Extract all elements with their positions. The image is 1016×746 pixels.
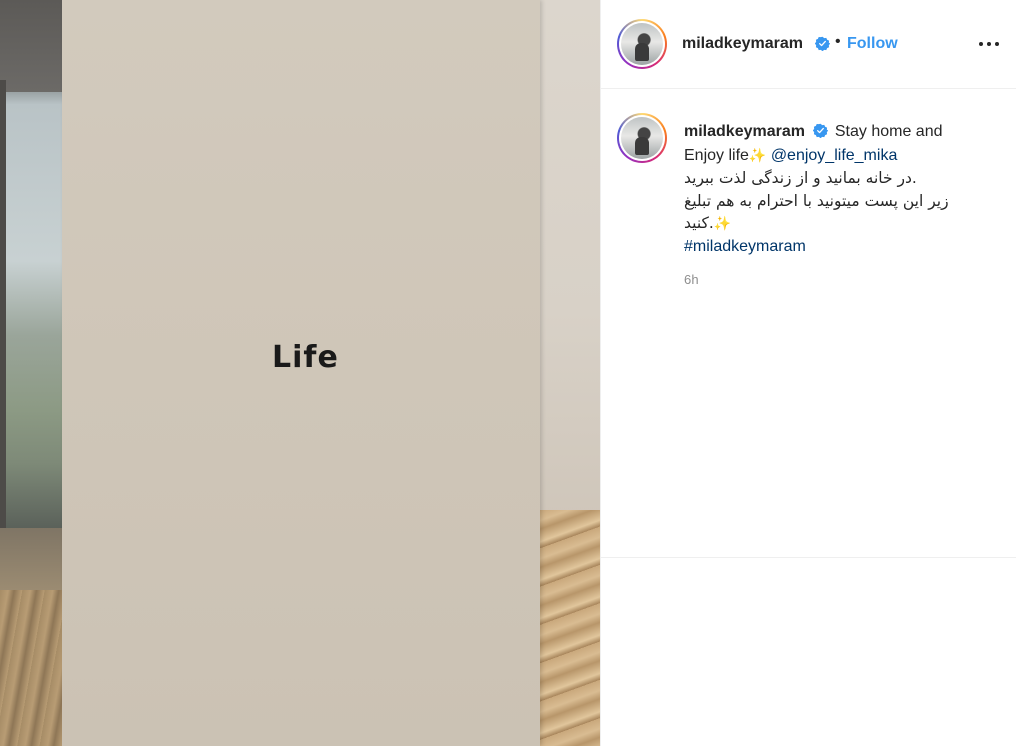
verified-badge-icon	[813, 123, 829, 138]
image-text: Life	[272, 340, 339, 375]
sparkles-icon: ✨	[748, 146, 767, 163]
caption-persian-line-2: زیر این پست میتونید با احترام به هم تبلی…	[684, 191, 949, 210]
post-image[interactable]: Life	[0, 0, 600, 746]
caption-persian-line-1: .در خانه بمانید و از زندگی لذت ببرید	[684, 169, 917, 187]
sparkles-icon: ✨	[713, 216, 732, 232]
post-timestamp[interactable]: 6h	[684, 272, 699, 287]
caption-avatar[interactable]	[617, 113, 667, 163]
separator-dot: •	[835, 33, 841, 50]
more-options-icon[interactable]	[977, 34, 1001, 54]
header-username[interactable]: miladkeymaram	[682, 35, 803, 53]
post-side-panel: miladkeymaram • Follow miladkeymaram Sta…	[600, 0, 1016, 746]
follow-button[interactable]: Follow	[847, 35, 898, 53]
window-background	[0, 0, 62, 746]
avatar[interactable]	[617, 19, 667, 69]
floor-background	[540, 510, 600, 746]
caption-text: miladkeymaram Stay home and Enjoy life✨ …	[684, 121, 984, 258]
divider	[601, 557, 1016, 558]
mention-link[interactable]: @enjoy_life_mika	[771, 147, 898, 164]
wall-background	[540, 0, 600, 520]
caption-persian-line-3: ✨.کنید	[684, 214, 732, 232]
caption-username[interactable]: miladkeymaram	[684, 123, 805, 140]
post-header: miladkeymaram • Follow	[601, 0, 1016, 89]
hashtag-link[interactable]: #miladkeymaram	[684, 236, 984, 259]
verified-badge-icon	[815, 36, 830, 51]
